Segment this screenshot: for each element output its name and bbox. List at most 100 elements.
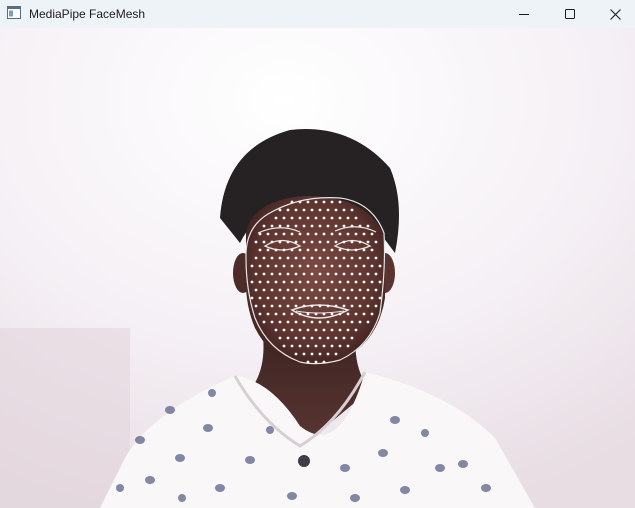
landmark-point: [266, 232, 270, 236]
landmark-point: [378, 296, 382, 300]
landmark-point: [290, 216, 294, 220]
landmark-point: [250, 280, 254, 284]
landmark-point: [338, 312, 342, 316]
landmark-point: [294, 352, 298, 356]
landmark-point: [354, 216, 358, 220]
landmark-point: [358, 256, 362, 260]
landmark-point: [270, 272, 274, 276]
landmark-point: [370, 312, 374, 316]
landmark-point: [262, 304, 266, 308]
landmark-point: [370, 232, 374, 236]
landmark-point: [350, 240, 354, 244]
landmark-point: [334, 240, 338, 244]
landmark-point: [358, 240, 362, 244]
landmark-point: [326, 208, 330, 212]
landmark-point: [334, 224, 338, 228]
landmark-point: [258, 232, 262, 236]
landmark-point: [302, 272, 306, 276]
landmark-point: [278, 256, 282, 260]
landmark-point: [362, 248, 366, 252]
landmark-point: [314, 248, 318, 252]
landmark-point: [318, 288, 322, 292]
landmark-point: [258, 280, 262, 284]
landmark-point: [330, 280, 334, 284]
landmark-point: [374, 240, 378, 244]
landmark-point: [310, 256, 314, 260]
landmark-point: [298, 200, 302, 204]
landmark-point: [282, 296, 286, 300]
landmark-point: [330, 312, 334, 316]
minimize-button[interactable]: [501, 0, 547, 28]
landmark-point: [354, 280, 358, 284]
landmark-point: [370, 264, 374, 268]
landmark-point: [262, 240, 266, 244]
landmark-point: [298, 312, 302, 316]
landmark-point: [374, 256, 378, 260]
landmark-point: [266, 296, 270, 300]
landmark-point: [326, 288, 330, 292]
landmark-point: [310, 336, 314, 340]
landmark-point: [338, 296, 342, 300]
landmark-point: [326, 224, 330, 228]
landmark-point: [366, 304, 370, 308]
close-button[interactable]: [592, 0, 635, 28]
landmark-point: [374, 304, 378, 308]
landmark-point: [318, 224, 322, 228]
landmark-point: [310, 288, 314, 292]
landmark-point: [322, 216, 326, 220]
landmark-point: [286, 224, 290, 228]
landmark-point: [262, 272, 266, 276]
landmark-point: [366, 288, 370, 292]
landmark-point: [298, 232, 302, 236]
landmark-point: [294, 288, 298, 292]
camera-view: [0, 28, 635, 508]
landmark-point: [294, 320, 298, 324]
landmark-point: [342, 336, 346, 340]
landmark-point: [306, 232, 310, 236]
landmark-point: [302, 224, 306, 228]
landmark-point: [322, 296, 326, 300]
landmark-point: [346, 280, 350, 284]
landmark-point: [286, 320, 290, 324]
landmark-point: [346, 312, 350, 316]
landmark-point: [338, 328, 342, 332]
title-bar[interactable]: MediaPipe FaceMesh: [0, 0, 635, 28]
landmark-point: [342, 256, 346, 260]
landmark-point: [362, 232, 366, 236]
landmark-point: [314, 344, 318, 348]
landmark-point: [298, 328, 302, 332]
landmark-point: [302, 336, 306, 340]
landmark-point: [334, 288, 338, 292]
landmark-point: [314, 216, 318, 220]
landmark-point: [258, 264, 262, 268]
landmark-point: [250, 264, 254, 268]
landmark-point: [330, 296, 334, 300]
maximize-button[interactable]: [547, 0, 593, 28]
landmark-point: [270, 304, 274, 308]
landmark-point: [306, 312, 310, 316]
landmark-point: [298, 296, 302, 300]
landmark-point: [366, 240, 370, 244]
landmark-point: [254, 272, 258, 276]
landmark-point: [282, 312, 286, 316]
landmark-point: [274, 264, 278, 268]
landmark-point: [326, 240, 330, 244]
landmark-point: [306, 264, 310, 268]
landmark-point: [290, 328, 294, 332]
landmark-point: [318, 304, 322, 308]
landmark-point: [306, 248, 310, 252]
landmark-point: [310, 320, 314, 324]
landmark-point: [250, 296, 254, 300]
landmark-point: [334, 256, 338, 260]
landmark-point: [330, 216, 334, 220]
landmark-point: [274, 280, 278, 284]
landmark-point: [278, 336, 282, 340]
landmark-point: [350, 320, 354, 324]
landmark-point: [366, 224, 370, 228]
landmark-point: [346, 248, 350, 252]
landmark-point: [314, 328, 318, 332]
landmark-point: [346, 216, 350, 220]
landmark-point: [310, 352, 314, 356]
landmark-point: [354, 328, 358, 332]
landmark-point: [258, 296, 262, 300]
